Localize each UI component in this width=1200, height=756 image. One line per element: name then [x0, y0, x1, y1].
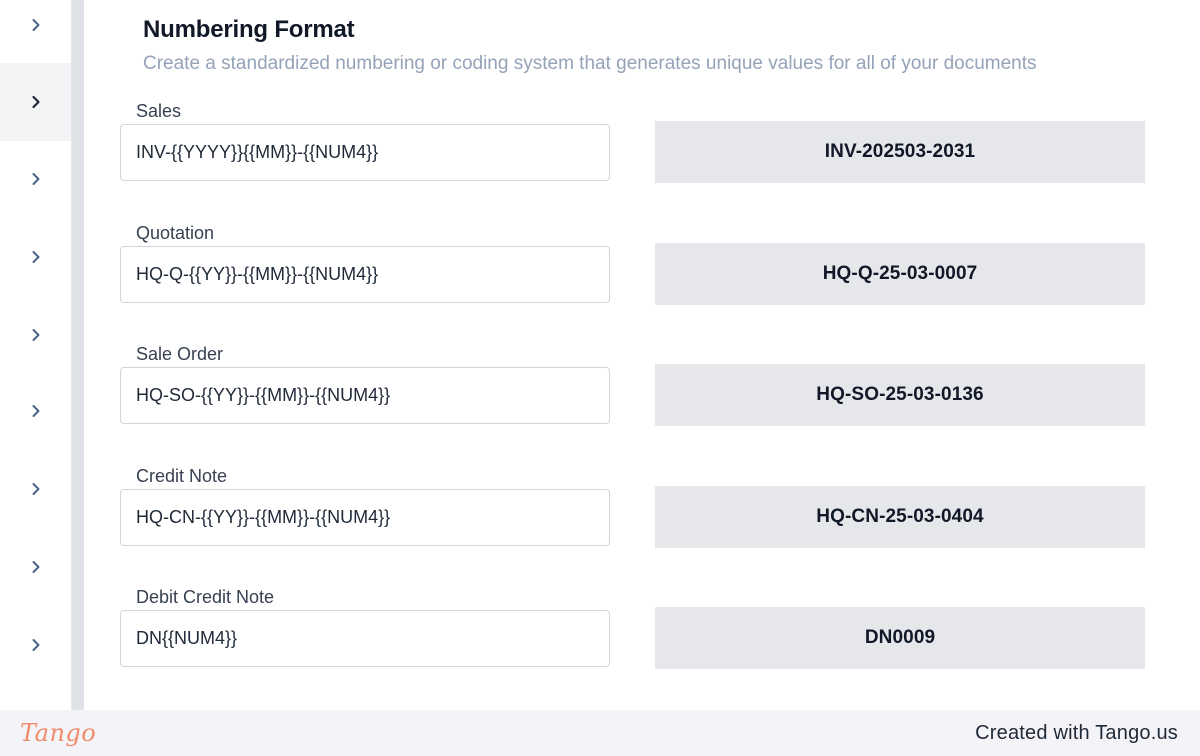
chevron-right-icon	[32, 405, 39, 417]
debit-credit-note-format-input[interactable]: DN{{NUM4}}	[120, 610, 610, 667]
chevron-right-icon	[32, 173, 39, 185]
section-subtitle: Create a standardized numbering or codin…	[143, 53, 1037, 74]
field-label: Sale Order	[136, 344, 224, 364]
chevron-right-icon	[32, 19, 39, 31]
chevron-right-icon	[31, 95, 40, 109]
sale-order-format-preview: HQ-SO-25-03-0136	[655, 364, 1145, 426]
sidebar-item[interactable]	[0, 372, 71, 450]
format-row-credit-note: Credit Note HQ-CN-{{YY}}-{{MM}}-{{NUM4}}…	[84, 466, 1152, 588]
sale-order-format-input[interactable]: HQ-SO-{{YY}}-{{MM}}-{{NUM4}}	[120, 367, 610, 424]
credit-note-format-preview: HQ-CN-25-03-0404	[655, 486, 1145, 548]
chevron-right-icon	[32, 329, 39, 341]
sidebar-item[interactable]	[0, 606, 71, 684]
sidebar-item[interactable]	[0, 218, 71, 296]
debit-credit-note-format-preview: DN0009	[655, 607, 1145, 669]
created-with-credit: Created with Tango.us	[975, 721, 1178, 744]
chevron-right-icon	[32, 561, 39, 573]
format-row-sale-order: Sale Order HQ-SO-{{YY}}-{{MM}}-{{NUM4}} …	[84, 344, 1152, 466]
sidebar-item[interactable]	[0, 140, 71, 218]
content-divider	[72, 0, 84, 710]
quotation-format-input[interactable]: HQ-Q-{{YY}}-{{MM}}-{{NUM4}}	[120, 246, 610, 303]
sidebar-item[interactable]	[0, 296, 71, 374]
credit-note-format-input[interactable]: HQ-CN-{{YY}}-{{MM}}-{{NUM4}}	[120, 489, 610, 546]
section-title: Numbering Format	[143, 16, 355, 43]
sidebar-item[interactable]	[0, 0, 71, 64]
sidebar-item[interactable]	[0, 450, 71, 528]
format-row-debit-credit-note: Debit Credit Note DN{{NUM4}} DN0009	[84, 587, 1152, 709]
sidebar-item[interactable]	[0, 528, 71, 606]
page-margin	[1152, 0, 1200, 710]
format-row-sales: Sales INV-{{YYYY}}{{MM}}-{{NUM4}} INV-20…	[84, 101, 1152, 223]
field-label: Credit Note	[136, 466, 228, 486]
sales-format-preview: INV-202503-2031	[655, 121, 1145, 183]
field-label: Debit Credit Note	[136, 587, 275, 607]
sidebar-item-active[interactable]	[0, 63, 71, 141]
chevron-right-icon	[32, 639, 39, 651]
tango-logo: Tango	[20, 719, 97, 747]
quotation-format-preview: HQ-Q-25-03-0007	[655, 243, 1145, 305]
chevron-right-icon	[32, 251, 39, 263]
sales-format-input[interactable]: INV-{{YYYY}}{{MM}}-{{NUM4}}	[120, 124, 610, 181]
field-label: Quotation	[136, 223, 215, 243]
format-row-quotation: Quotation HQ-Q-{{YY}}-{{MM}}-{{NUM4}} HQ…	[84, 223, 1152, 345]
tango-footer: Tango Created with Tango.us	[0, 710, 1200, 756]
chevron-right-icon	[32, 483, 39, 495]
field-label: Sales	[136, 101, 182, 121]
sidebar-nav	[0, 0, 72, 710]
numbering-format-card: Numbering Format Create a standardized n…	[84, 0, 1152, 710]
